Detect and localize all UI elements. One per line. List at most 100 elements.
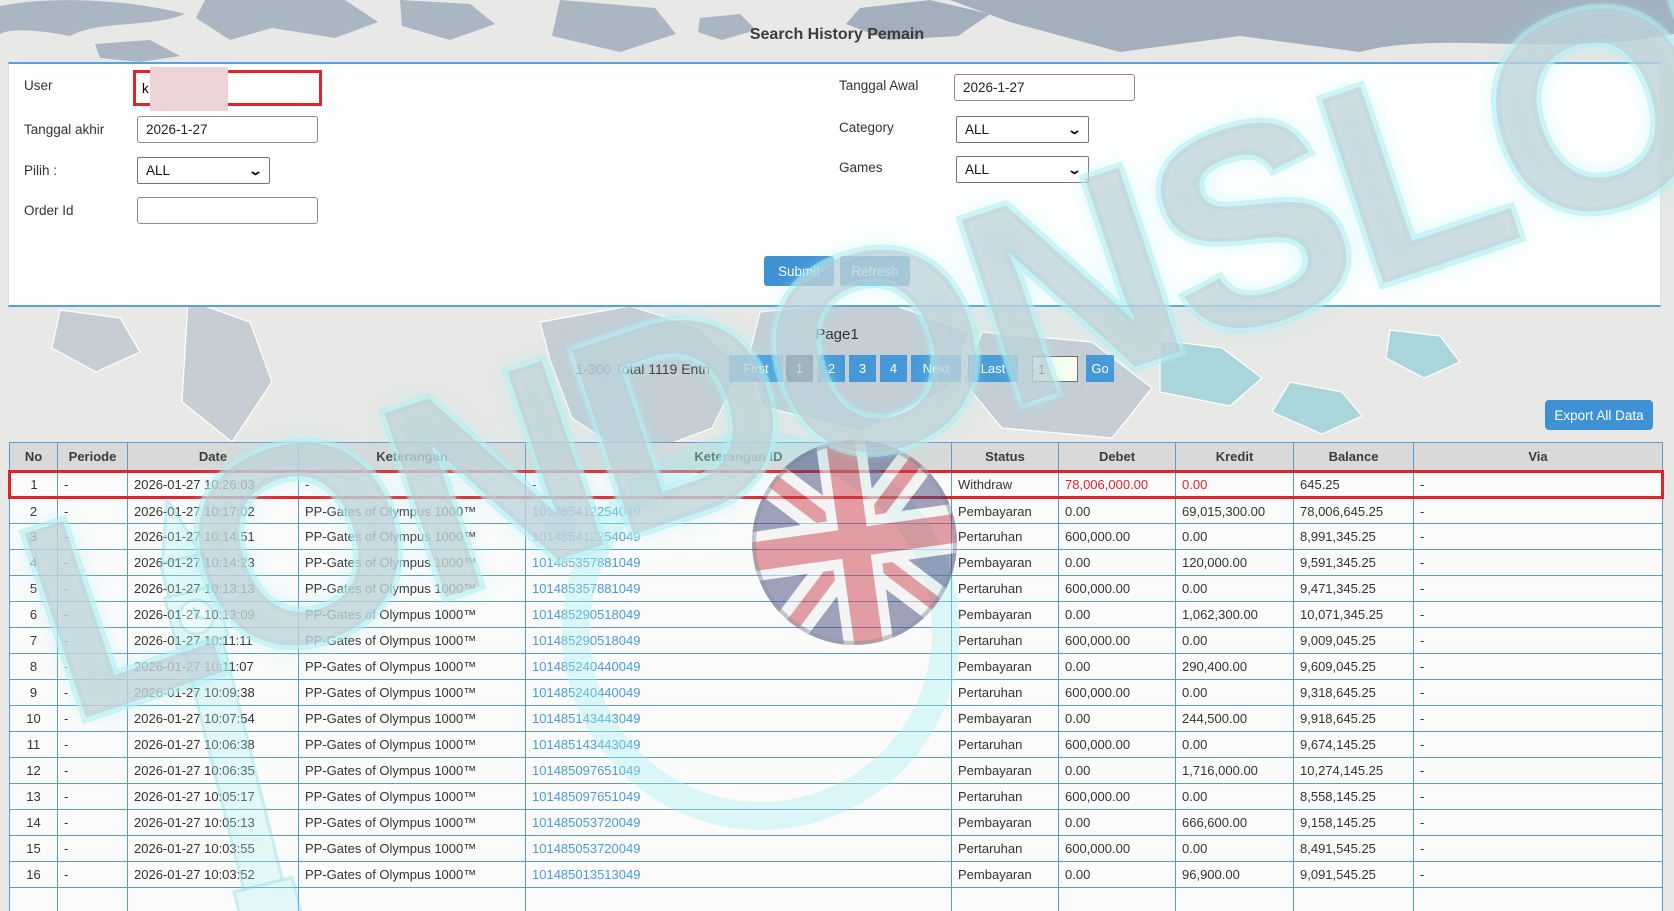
go-button[interactable]: Go: [1086, 355, 1114, 382]
table-cell: -: [1413, 470, 1664, 499]
result-range-text: 1-300 Total 1119 Entri: [575, 361, 710, 377]
table-cell: -: [1413, 497, 1663, 524]
table-cell: 2: [9, 497, 58, 524]
table-row: 8-2026-01-27 10:11:07 PP-Gates of Olympus…: [9, 653, 1663, 680]
pilih-select-value: ALL: [146, 163, 171, 178]
table-cell[interactable]: 101485240440049: [525, 679, 952, 706]
table-cell: 2026-01-27 10:09:38: [127, 679, 299, 706]
table-cell: Pembayaran: [951, 549, 1059, 576]
table-cell: 6: [9, 601, 58, 628]
table-cell: Pembayaran: [951, 861, 1059, 888]
refresh-button[interactable]: Refresh: [840, 256, 910, 286]
table-cell: 2026-01-27 10:11:07: [127, 653, 299, 680]
table-cell[interactable]: 101485053720049: [525, 835, 952, 862]
table-cell: 9,674,145.25: [1293, 731, 1414, 758]
table-row: 15-2026-01-27 10:03:55 PP-Gates of Olympu…: [9, 835, 1663, 862]
order-id-input[interactable]: [137, 197, 318, 224]
table-cell: PP-Gates of Olympus 1000™: [298, 575, 526, 602]
table-cell[interactable]: 101485053720049: [525, 809, 952, 836]
table-cell: -: [1413, 575, 1663, 602]
table-cell: 290,400.00: [1175, 653, 1294, 680]
pilih-select[interactable]: ALL ⌄: [137, 157, 270, 184]
category-select[interactable]: ALL ⌄: [956, 116, 1089, 143]
table-cell: 9,091,545.25: [1293, 861, 1414, 888]
table-row: 13-2026-01-27 10:05:17 PP-Gates of Olympu…: [9, 783, 1663, 810]
page-button-1[interactable]: 1: [786, 355, 813, 382]
table-cell[interactable]: 101485097651049: [525, 783, 952, 810]
table-cell: 0.00: [1058, 809, 1176, 836]
table-cell: -: [1413, 731, 1663, 758]
submit-button[interactable]: Submit: [764, 256, 834, 286]
table-cell: -: [57, 861, 128, 888]
table-cell[interactable]: 101485013513049: [525, 861, 952, 888]
table-cell: 0.00: [1175, 679, 1294, 706]
table-cell: PP-Gates of Olympus 1000™: [298, 679, 526, 706]
table-cell: 0.00: [1175, 835, 1294, 862]
table-cell: -: [1413, 679, 1663, 706]
page-button-3[interactable]: 3: [849, 355, 876, 382]
table-cell[interactable]: 101485143443049: [525, 731, 952, 758]
column-header: Keterangan: [298, 442, 526, 472]
table-cell: -: [1413, 835, 1663, 862]
category-label: Category: [839, 120, 894, 135]
table-cell[interactable]: 101485412254049: [525, 497, 952, 524]
table-cell: 1,716,000.00: [1175, 757, 1294, 784]
table-cell[interactable]: 101485290518049: [525, 601, 952, 628]
table-cell: 9,609,045.25: [1293, 653, 1414, 680]
table-cell[interactable]: 101485240440049: [525, 653, 952, 680]
redaction-box: [150, 67, 228, 111]
table-cell[interactable]: 101485412254049: [525, 523, 952, 550]
table-cell: 10: [9, 705, 58, 732]
table-cell: 0.00: [1058, 601, 1176, 628]
goto-page-input[interactable]: [1032, 356, 1078, 382]
table-cell: 9,471,345.25: [1293, 575, 1414, 602]
table-cell[interactable]: 101485143443049: [525, 705, 952, 732]
page-button-4[interactable]: 4: [880, 355, 907, 382]
table-cell: PP-Gates of Olympus 1000™: [298, 497, 526, 524]
table-cell: -: [57, 783, 128, 810]
table-cell: 0.00: [1175, 783, 1294, 810]
column-header: Balance: [1293, 442, 1414, 472]
table-cell: PP-Gates of Olympus 1000™: [298, 783, 526, 810]
export-all-data-button[interactable]: Export All Data: [1545, 400, 1653, 430]
table-cell: 2026-01-27 10:14:51: [127, 523, 299, 550]
table-cell: PP-Gates of Olympus 1000™: [298, 705, 526, 732]
table-cell: 2026-01-27 10:13:09: [127, 601, 299, 628]
table-cell: 0.00: [1058, 497, 1176, 524]
table-cell: 78,006,000.00: [1058, 470, 1176, 499]
table-cell: 8,558,145.25: [1293, 783, 1414, 810]
tanggal-akhir-input[interactable]: [137, 116, 318, 143]
tanggal-awal-label: Tanggal Awal: [839, 78, 919, 93]
table-cell[interactable]: 101485097651049: [525, 757, 952, 784]
table-cell: 2026-01-27 10:03:55: [127, 835, 299, 862]
table-cell: Pembayaran: [951, 497, 1059, 524]
last-page-button[interactable]: Last: [968, 355, 1018, 382]
table-cell: -: [1413, 809, 1663, 836]
table-cell: -: [1413, 705, 1663, 732]
table-cell: 0.00: [1058, 653, 1176, 680]
next-page-button[interactable]: Next: [911, 355, 961, 382]
table-row: 7-2026-01-27 10:11:11 PP-Gates of Olympus…: [9, 627, 1663, 654]
table-cell: 15: [9, 835, 58, 862]
table-cell: 4: [9, 549, 58, 576]
table-row: 3-2026-01-27 10:14:51 PP-Gates of Olympus…: [9, 523, 1663, 550]
table-cell: 0.00: [1058, 861, 1176, 888]
table-cell[interactable]: 101485357881049: [525, 575, 952, 602]
table-cell: 0.00: [1175, 523, 1294, 550]
table-cell: 0.00: [1175, 575, 1294, 602]
user-label: User: [24, 78, 53, 93]
table-cell[interactable]: 101485357881049: [525, 549, 952, 576]
table-cell: [298, 887, 526, 911]
table-cell: -: [57, 731, 128, 758]
table-cell[interactable]: 101485290518049: [525, 627, 952, 654]
table-cell: -: [57, 575, 128, 602]
page-button-2[interactable]: 2: [818, 355, 845, 382]
first-page-button[interactable]: First: [729, 355, 783, 382]
page-indicator: Page1: [815, 326, 859, 343]
column-header: Via: [1413, 442, 1663, 472]
table-cell: 0.00: [1175, 627, 1294, 654]
tanggal-awal-input[interactable]: [954, 74, 1135, 101]
games-select[interactable]: ALL ⌄: [956, 156, 1089, 183]
table-cell: 645.25: [1293, 470, 1414, 499]
table-cell: PP-Gates of Olympus 1000™: [298, 601, 526, 628]
